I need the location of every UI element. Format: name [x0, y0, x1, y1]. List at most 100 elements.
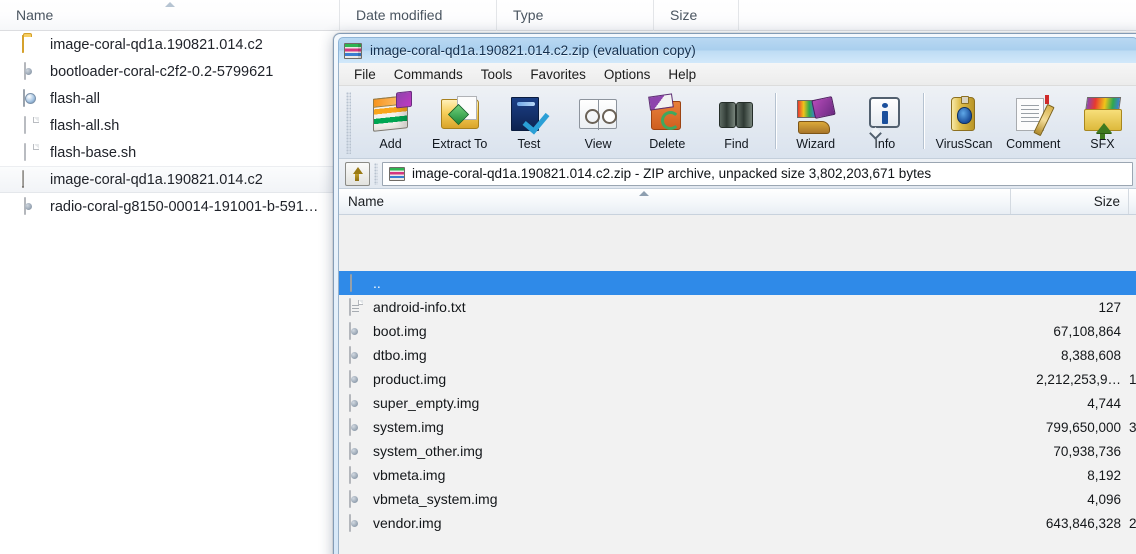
menu-item-favorites[interactable]: Favorites — [521, 65, 595, 84]
wizard-button[interactable]: Wizard — [781, 90, 850, 156]
archive-entry-name-cell: .. — [339, 275, 1011, 292]
winrar-titlebar[interactable]: image-coral-qd1a.190821.014.c2.zip (eval… — [338, 37, 1136, 63]
img-file-icon — [22, 63, 39, 80]
add-button-label: Add — [379, 137, 401, 151]
list-item-selected[interactable]: image-coral-qd1a.190821.014.c2 — [0, 166, 340, 193]
info-button[interactable]: Info — [850, 90, 919, 156]
list-item[interactable]: flash-all — [0, 85, 340, 112]
menu-item-commands[interactable]: Commands — [385, 65, 472, 84]
table-row[interactable]: product.img 2,212,253,9… 1 — [339, 367, 1136, 391]
up-folder-arrow-icon[interactable] — [345, 162, 370, 186]
explorer-column-type-label: Type — [513, 7, 543, 23]
table-row[interactable]: vbmeta.img 8,192 — [339, 463, 1136, 487]
archive-list-header: Name Size — [339, 189, 1136, 215]
archive-column-name[interactable]: Name — [339, 189, 1011, 214]
toolbar-separator — [775, 93, 777, 149]
toolbar-grip-handle[interactable] — [346, 92, 351, 154]
img-file-icon — [348, 323, 364, 340]
archive-entry-size: 8,388,608 — [1011, 348, 1129, 363]
explorer-column-filler — [739, 0, 1136, 31]
delete-bin-icon — [646, 94, 688, 134]
archive-entry-name: vbmeta_system.img — [373, 491, 497, 507]
menu-item-tools[interactable]: Tools — [472, 65, 522, 84]
img-file-icon — [348, 491, 364, 508]
virusscan-button[interactable]: VirusScan — [929, 90, 998, 156]
test-button[interactable]: Test — [494, 90, 563, 156]
archive-entry-size: 8,192 — [1011, 468, 1129, 483]
table-row[interactable]: dtbo.img 8,388,608 — [339, 343, 1136, 367]
folder-icon — [22, 36, 39, 53]
text-file-icon — [348, 299, 364, 316]
add-archive-icon — [370, 94, 412, 134]
archive-entry-name-cell: system_other.img — [339, 443, 1011, 460]
view-button[interactable]: View — [564, 90, 633, 156]
table-row[interactable]: boot.img 67,108,864 — [339, 319, 1136, 343]
delete-button[interactable]: Delete — [633, 90, 702, 156]
table-row[interactable]: super_empty.img 4,744 — [339, 391, 1136, 415]
add-button[interactable]: Add — [356, 90, 425, 156]
toolbar-separator — [923, 93, 925, 149]
explorer-file-list: image-coral-qd1a.190821.014.c2 bootloade… — [0, 31, 340, 220]
extract-to-button[interactable]: Extract To — [425, 90, 494, 156]
list-item[interactable]: flash-all.sh — [0, 112, 340, 139]
list-item-label: flash-all.sh — [50, 118, 119, 134]
comment-button[interactable]: Comment — [999, 90, 1068, 156]
archive-entry-name-cell: vbmeta_system.img — [339, 491, 1011, 508]
explorer-column-name[interactable]: Name — [0, 0, 340, 31]
archive-entry-name: boot.img — [373, 323, 427, 339]
find-button[interactable]: Find — [702, 90, 771, 156]
list-item[interactable]: flash-base.sh — [0, 139, 340, 166]
archive-column-size-label: Size — [1094, 194, 1120, 209]
parent-folder-icon — [348, 275, 364, 292]
table-row-selected[interactable]: .. — [339, 271, 1136, 295]
test-checkmark-icon — [508, 94, 550, 134]
list-item[interactable]: bootloader-coral-c2f2-0.2-5799621 — [0, 58, 340, 85]
menu-item-file[interactable]: File — [345, 65, 385, 84]
winrar-books-icon — [389, 167, 405, 181]
archive-entry-name: vendor.img — [373, 515, 441, 531]
explorer-column-date-label: Date modified — [356, 7, 442, 23]
archive-entry-name: system.img — [373, 419, 444, 435]
archive-entry-size: 4,744 — [1011, 396, 1129, 411]
archive-path-field[interactable]: image-coral-qd1a.190821.014.c2.zip - ZIP… — [382, 162, 1133, 186]
archive-entry-name: android-info.txt — [373, 299, 466, 315]
table-row[interactable]: android-info.txt 127 — [339, 295, 1136, 319]
table-row[interactable]: system.img 799,650,000 3 — [339, 415, 1136, 439]
explorer-column-size[interactable]: Size — [654, 0, 739, 31]
archive-column-packed[interactable] — [1129, 189, 1136, 214]
address-grip-handle[interactable] — [374, 163, 378, 185]
archive-file-list: .. android-info.txt 127 — [339, 271, 1136, 554]
sfx-button-label: SFX — [1090, 137, 1114, 151]
list-item-label: radio-coral-g8150-00014-191001-b-591… — [50, 199, 318, 215]
img-file-icon — [22, 198, 39, 215]
winrar-window: image-coral-qd1a.190821.014.c2.zip (eval… — [333, 33, 1136, 554]
archive-entry-name: dtbo.img — [373, 347, 427, 363]
explorer-column-date-modified[interactable]: Date modified — [340, 0, 497, 31]
table-row[interactable]: system_other.img 70,938,736 — [339, 439, 1136, 463]
extract-to-button-label: Extract To — [432, 137, 487, 151]
archive-entry-name: product.img — [373, 371, 446, 387]
menu-item-help[interactable]: Help — [659, 65, 705, 84]
img-file-icon — [348, 371, 364, 388]
virusscan-spray-icon — [943, 94, 985, 134]
sort-ascending-icon — [165, 2, 175, 7]
explorer-column-type[interactable]: Type — [497, 0, 654, 31]
archive-entry-name-cell: boot.img — [339, 323, 1011, 340]
sfx-button[interactable]: SFX — [1068, 90, 1136, 156]
menu-item-options[interactable]: Options — [595, 65, 660, 84]
archive-entry-name: vbmeta.img — [373, 467, 445, 483]
document-icon — [22, 117, 39, 134]
img-file-icon — [348, 467, 364, 484]
explorer-column-name-label: Name — [16, 7, 53, 23]
wizard-button-label: Wizard — [796, 137, 835, 151]
winrar-archive-icon — [22, 171, 39, 188]
document-icon — [22, 144, 39, 161]
list-item[interactable]: image-coral-qd1a.190821.014.c2 — [0, 31, 340, 58]
explorer-column-header: Name Date modified Type Size — [0, 0, 1136, 31]
img-file-icon — [348, 443, 364, 460]
archive-column-size[interactable]: Size — [1011, 189, 1129, 214]
table-row[interactable]: vbmeta_system.img 4,096 — [339, 487, 1136, 511]
list-item[interactable]: radio-coral-g8150-00014-191001-b-591… — [0, 193, 340, 220]
table-row[interactable]: vendor.img 643,846,328 2 — [339, 511, 1136, 535]
toolbar: Add Extract To Test View — [339, 86, 1136, 159]
